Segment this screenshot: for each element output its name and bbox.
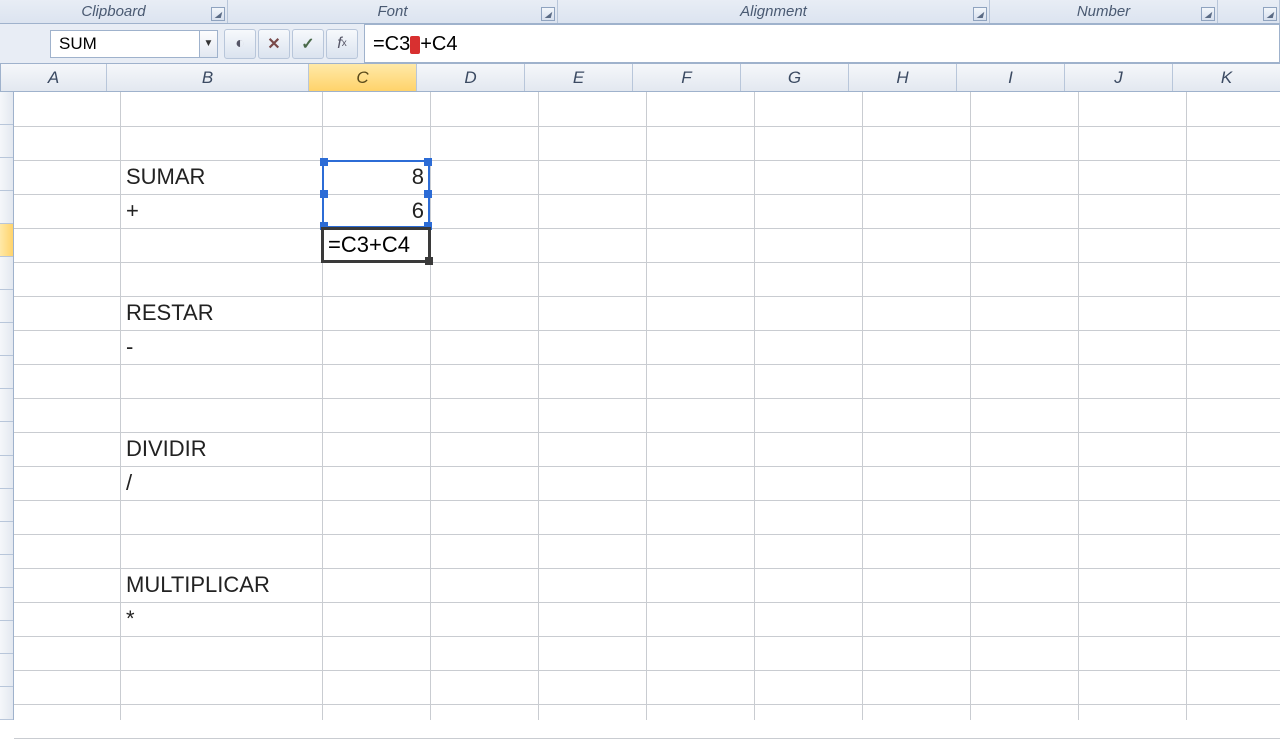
row-header-8[interactable] (0, 323, 13, 356)
active-cell-editor[interactable]: =C3+C4 (321, 227, 431, 263)
ribbon-group-alignment: Alignment◢ (558, 0, 990, 23)
dialog-launcher-icon[interactable]: ◢ (973, 7, 987, 21)
column-header-F[interactable]: F (633, 64, 741, 91)
column-header-K[interactable]: K (1173, 64, 1280, 91)
column-header-C[interactable]: C (309, 64, 417, 91)
formula-text-after: +C4 (420, 33, 457, 55)
column-header-J[interactable]: J (1065, 64, 1173, 91)
row-header-17[interactable] (0, 621, 13, 654)
cell-B12[interactable]: / (120, 466, 322, 500)
row-header-1[interactable] (0, 92, 13, 125)
row-header-3[interactable] (0, 158, 13, 191)
column-header-E[interactable]: E (525, 64, 633, 91)
column-header-H[interactable]: H (849, 64, 957, 91)
row-header-11[interactable] (0, 422, 13, 455)
cancel-icon[interactable]: ✕ (258, 29, 290, 59)
row-header-9[interactable] (0, 356, 13, 389)
ribbon-group-font: Font◢ (228, 0, 558, 23)
cell-B15[interactable]: MULTIPLICAR (120, 568, 322, 602)
column-header-B[interactable]: B (107, 64, 309, 91)
row-header-5[interactable] (0, 224, 13, 257)
column-header-A[interactable]: A (1, 64, 107, 91)
column-header-G[interactable]: G (741, 64, 849, 91)
row-header-13[interactable] (0, 489, 13, 522)
row-header-6[interactable] (0, 257, 13, 290)
fill-handle[interactable] (425, 257, 433, 265)
cursor-marker (410, 36, 420, 54)
row-header-10[interactable] (0, 389, 13, 422)
insert-function-small-icon[interactable]: ◐ (224, 29, 256, 59)
dialog-launcher-icon[interactable]: ◢ (211, 7, 225, 21)
cell-C3[interactable]: 8 (322, 160, 430, 194)
row-header-7[interactable] (0, 290, 13, 323)
enter-icon[interactable]: ✓ (292, 29, 324, 59)
row-header-14[interactable] (0, 522, 13, 555)
row-header-12[interactable] (0, 456, 13, 489)
cell-B8[interactable]: - (120, 330, 322, 364)
ribbon-group-extra: ◢ (1218, 0, 1280, 23)
row-header-18[interactable] (0, 654, 13, 687)
dialog-launcher-icon[interactable]: ◢ (1201, 7, 1215, 21)
fx-icon[interactable]: fx (326, 29, 358, 59)
cell-B16[interactable]: * (120, 602, 322, 636)
ribbon-group-clipboard: Clipboard◢ (0, 0, 228, 23)
cells-area[interactable]: SUMAR+86 RESTAR- DIVIDIR/ MULTIPLICAR* =C3+C… (14, 92, 1280, 720)
row-header-2[interactable] (0, 125, 13, 158)
formula-bar-row: ▼ ◐ ✕ ✓ fx =C3 +C4 (0, 24, 1280, 64)
cell-B11[interactable]: DIVIDIR (120, 432, 322, 466)
row-header-16[interactable] (0, 588, 13, 621)
column-header-D[interactable]: D (417, 64, 525, 91)
spreadsheet-grid[interactable]: SUMAR+86 RESTAR- DIVIDIR/ MULTIPLICAR* =C3+C… (0, 92, 1280, 720)
row-header-19[interactable] (0, 687, 13, 720)
cell-C4[interactable]: 6 (322, 194, 430, 228)
name-box-dropdown[interactable]: ▼ (200, 30, 218, 58)
row-header-4[interactable] (0, 191, 13, 224)
row-headers (0, 92, 14, 720)
cell-B4[interactable]: + (120, 194, 322, 228)
formula-bar-input[interactable]: =C3 +C4 (364, 24, 1280, 63)
column-headers: ABCDEFGHIJK (0, 64, 1280, 92)
dialog-launcher-icon[interactable]: ◢ (1263, 7, 1277, 21)
column-header-I[interactable]: I (957, 64, 1065, 91)
cell-B7[interactable]: RESTAR (120, 296, 322, 330)
row-header-15[interactable] (0, 555, 13, 588)
ribbon-group-number: Number◢ (990, 0, 1218, 23)
dialog-launcher-icon[interactable]: ◢ (541, 7, 555, 21)
ribbon-group-labels: Clipboard◢Font◢Alignment◢Number◢◢ (0, 0, 1280, 24)
cell-B3[interactable]: SUMAR (120, 160, 322, 194)
formula-text-before: =C3 (373, 33, 410, 55)
name-box[interactable] (50, 30, 200, 58)
